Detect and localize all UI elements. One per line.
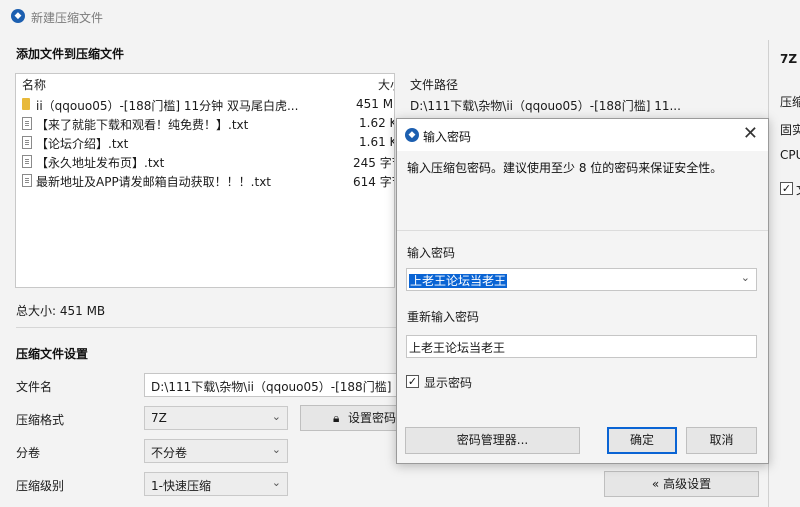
confirm-password-input[interactable]: 上老王论坛当老王 — [406, 335, 757, 358]
title-bar: ◆ 新建压缩文件 — [0, 0, 800, 32]
confirm-password-label: 重新输入密码 — [407, 310, 480, 324]
filename-input[interactable]: D:\111下载\杂物\ii（qqouo05）-[188门槛] 1 — [144, 373, 399, 397]
dialog-description: 输入压缩包密码。建议使用至少 8 位的密码来保证安全性。 — [407, 161, 723, 175]
file-row[interactable]: 最新地址及APP请发邮箱自动获取！！！.txt 614 字节 — [16, 171, 394, 190]
document-icon — [22, 174, 32, 187]
password-value: 上老王论坛当老王 — [409, 274, 508, 288]
set-password-label: 设置密码 — [348, 411, 397, 425]
level-label: 压缩级别 — [16, 479, 65, 493]
format-label: 压缩格式 — [16, 413, 65, 427]
document-icon — [22, 117, 32, 130]
folder-icon — [22, 98, 30, 110]
app-logo-icon: ◆ — [11, 9, 25, 23]
column-header-path[interactable]: 文件路径 — [410, 76, 458, 93]
dialog-title: 输入密码 — [423, 130, 472, 144]
file-size: 245 字节 — [353, 156, 394, 170]
column-header-size[interactable]: 大小 — [378, 76, 394, 94]
filename-label: 文件名 — [16, 380, 53, 394]
file-name: 【论坛介绍】.txt — [36, 137, 129, 151]
file-list[interactable]: 名称 大小 文件路径 ii（qqouo05）-[188门槛] 11分钟 双马尾白… — [15, 73, 395, 288]
files-section-title: 添加文件到压缩文件 — [16, 47, 125, 61]
password-input[interactable]: 上老王论坛当老王 ⌄ — [406, 268, 757, 291]
advanced-settings-button[interactable]: « 高级设置 — [604, 471, 759, 497]
volume-value: 不分卷 — [151, 446, 188, 460]
file-size: 451 MB — [356, 97, 394, 111]
format-select[interactable]: 7Z ⌄ — [144, 406, 288, 430]
password-label: 输入密码 — [407, 246, 456, 260]
cancel-button[interactable]: 取消 — [686, 427, 757, 454]
right-panel: 7Z / 压缩 固实 CPU ✓ 文 — [768, 40, 800, 507]
column-header-name[interactable]: 名称 — [22, 76, 46, 94]
file-size: 614 字节 — [353, 175, 394, 189]
format-value: 7Z — [151, 411, 167, 425]
file-row[interactable]: 【论坛介绍】.txt 1.61 KB — [16, 133, 394, 152]
window-title: 新建压缩文件 — [31, 11, 104, 25]
ok-button[interactable]: 确定 — [607, 427, 677, 454]
settings-section-title: 压缩文件设置 — [16, 347, 89, 361]
show-password-label: 显示密码 — [424, 376, 473, 390]
password-manager-button[interactable]: 密码管理器... — [405, 427, 580, 454]
chevron-down-icon: ⌄ — [271, 443, 281, 456]
password-dialog: ◆ 输入密码 ✕ 输入压缩包密码。建议使用至少 8 位的密码来保证安全性。 输入… — [396, 118, 769, 464]
file-size: 1.62 KB — [359, 116, 394, 130]
lock-icon: 🔒︎ — [333, 411, 340, 425]
dialog-title-bar: ◆ 输入密码 ✕ — [397, 119, 768, 151]
show-password-checkbox[interactable]: ✓ — [406, 375, 419, 388]
file-path: D:\111下载\杂物\ii（qqouo05）-[188门槛] 11... — [410, 99, 681, 113]
divider — [16, 327, 396, 328]
set-password-button[interactable]: 🔒︎ 设置密码 — [300, 405, 400, 431]
file-name: 最新地址及APP请发邮箱自动获取！！！.txt — [36, 175, 272, 189]
document-icon — [22, 136, 32, 149]
right-panel-check-label: 文 — [796, 181, 800, 198]
chevron-down-icon[interactable]: ⌄ — [741, 271, 750, 284]
file-row[interactable]: 【永久地址发布页】.txt 245 字节 — [16, 152, 394, 171]
right-panel-header: 7Z / — [780, 52, 800, 66]
right-panel-item: 固实 — [780, 123, 800, 137]
app-logo-icon: ◆ — [405, 128, 419, 142]
volume-select[interactable]: 不分卷 ⌄ — [144, 439, 288, 463]
file-name: ii（qqouo05）-[188门槛] 11分钟 双马尾白虎... — [36, 99, 299, 113]
level-value: 1-快速压缩 — [151, 479, 211, 493]
file-name: 【永久地址发布页】.txt — [36, 156, 165, 170]
chevron-down-icon: ⌄ — [271, 410, 281, 423]
divider — [397, 230, 768, 231]
right-panel-item: CPU — [780, 148, 800, 162]
volume-label: 分卷 — [16, 446, 41, 460]
level-select[interactable]: 1-快速压缩 ⌄ — [144, 472, 288, 496]
chevron-down-icon: ⌄ — [271, 476, 281, 489]
close-icon[interactable]: ✕ — [743, 124, 758, 144]
right-panel-checkbox[interactable]: ✓ — [780, 182, 793, 195]
file-row[interactable]: 【来了就能下载和观看！纯免费！】.txt 1.62 KB — [16, 114, 394, 133]
file-size: 1.61 KB — [359, 135, 394, 149]
document-icon — [22, 155, 32, 168]
file-name: 【来了就能下载和观看！纯免费！】.txt — [36, 118, 249, 132]
right-panel-item: 压缩 — [780, 95, 800, 109]
file-row[interactable]: ii（qqouo05）-[188门槛] 11分钟 双马尾白虎... 451 MB — [16, 95, 394, 114]
total-size: 总大小: 451 MB — [16, 304, 106, 318]
